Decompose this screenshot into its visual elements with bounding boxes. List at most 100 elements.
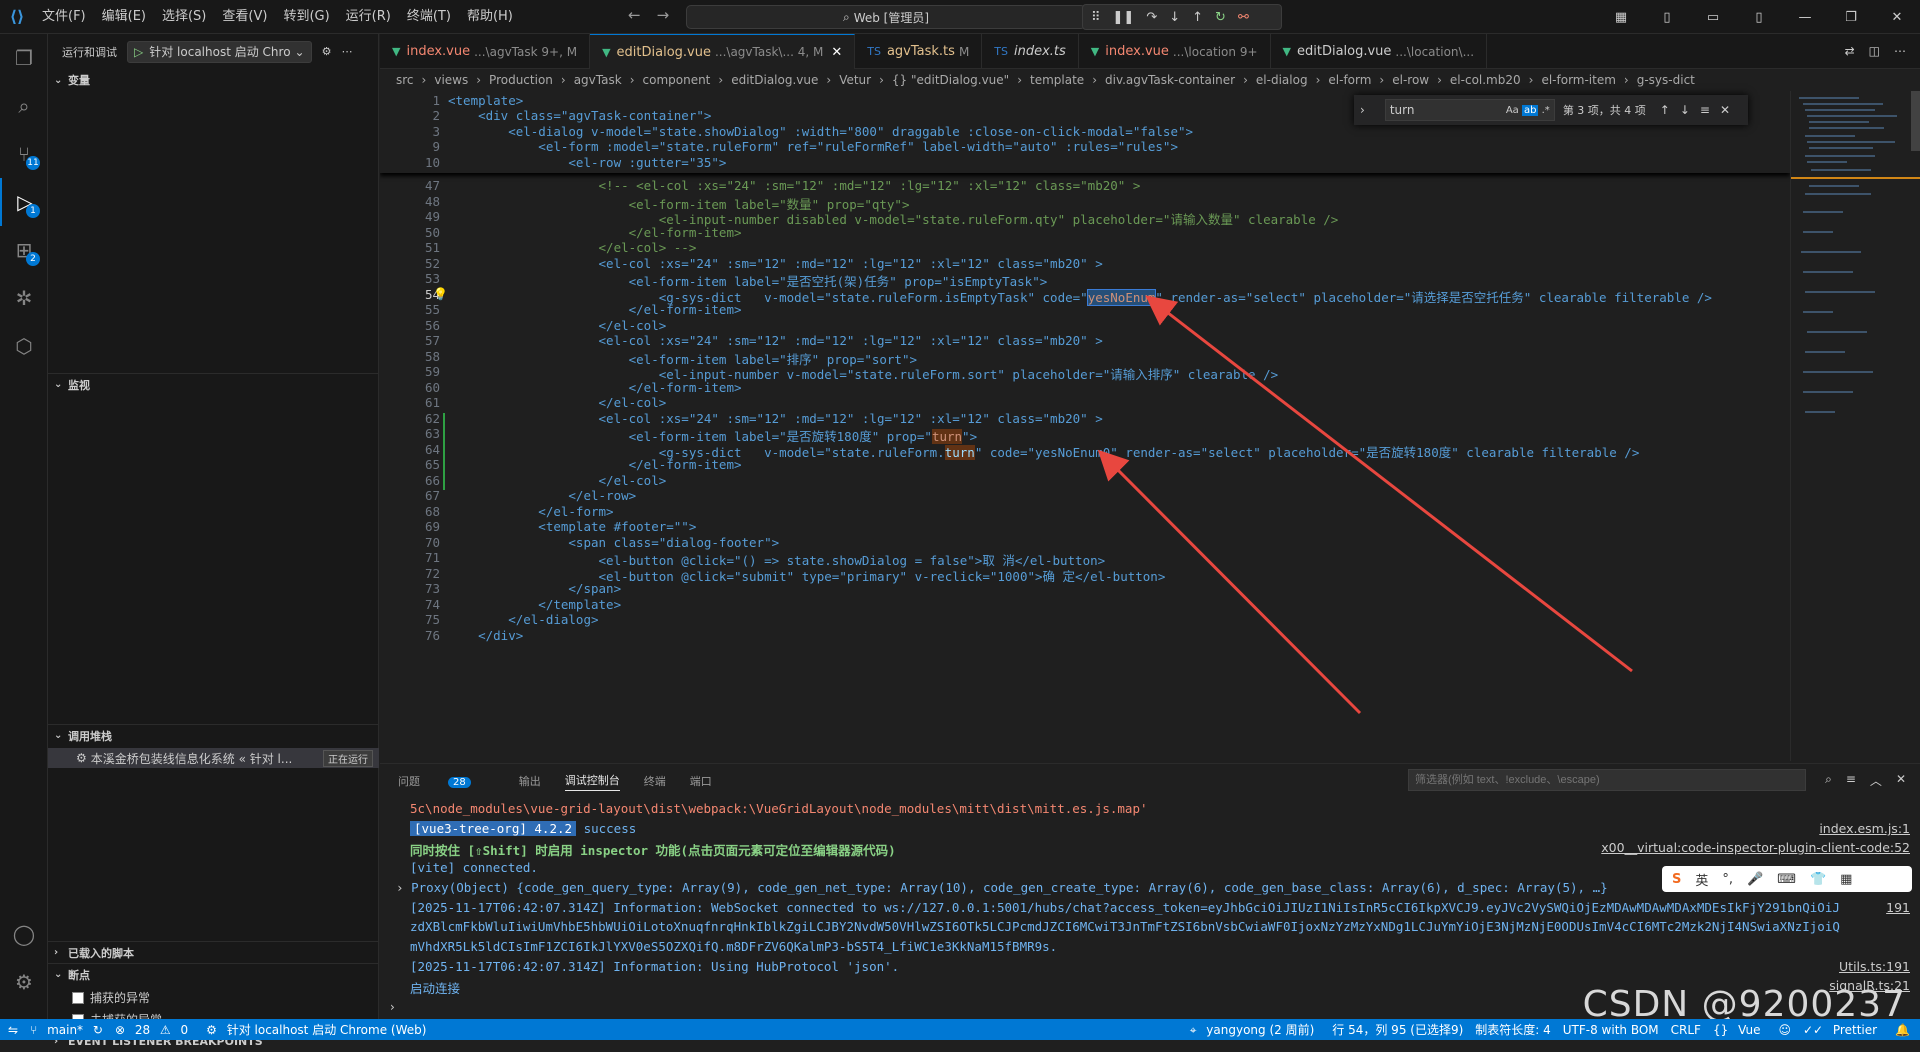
source-control-icon[interactable]: ⑂ 11: [0, 130, 48, 178]
thread-item[interactable]: ⚙ 本溪金桥包装线信息化系统 « 针对 l... 正在运行: [48, 748, 379, 768]
crumb[interactable]: agvTask: [574, 73, 622, 87]
tab-output[interactable]: 输出: [519, 773, 541, 789]
extensions-icon[interactable]: ⊞ 2: [0, 226, 48, 274]
crumb[interactable]: Vetur: [839, 73, 871, 87]
punctuation-icon[interactable]: °,: [1722, 872, 1733, 887]
variables-section[interactable]: ⌄ 变量: [48, 69, 379, 91]
source-link[interactable]: x00__virtual:code-inspector-plugin-clien…: [1601, 840, 1910, 855]
crumb[interactable]: Production: [489, 73, 553, 87]
arrow-up-icon[interactable]: ↑: [1660, 103, 1670, 117]
menu-run[interactable]: 运行(R): [338, 0, 399, 34]
close-icon[interactable]: ✕: [1720, 103, 1730, 117]
tab-location-editdialog[interactable]: ▼ editDialog.vue ...\location\...: [1271, 34, 1488, 69]
gear-icon[interactable]: ⚙: [322, 45, 332, 58]
indent-status[interactable]: 制表符长度: 4: [1475, 1021, 1551, 1038]
tab-index-ts[interactable]: TS index.ts: [982, 34, 1079, 69]
step-into-icon[interactable]: ↓: [1169, 10, 1180, 25]
toggle-sidebar-icon[interactable]: ▯: [1644, 10, 1690, 25]
crumb[interactable]: views: [434, 73, 468, 87]
skin-icon[interactable]: 👕: [1810, 872, 1826, 887]
maximize-panel-icon[interactable]: ︿: [1870, 772, 1882, 789]
source-link[interactable]: Utils.ts:191: [1839, 959, 1910, 974]
find-in-selection-icon[interactable]: ≡: [1700, 103, 1710, 117]
problems-status[interactable]: ⊗ 28 ⚠ 0: [115, 1023, 194, 1037]
keyboard-icon[interactable]: ⌨: [1777, 872, 1796, 887]
disconnect-icon[interactable]: ⚯: [1238, 10, 1249, 25]
console-filter-input[interactable]: [1408, 769, 1806, 791]
debug-status[interactable]: ⚙ 针对 localhost 启动 Chrome (Web): [206, 1021, 432, 1038]
menu-terminal[interactable]: 终端(T): [399, 0, 459, 34]
remote-icon[interactable]: ⇋: [8, 1023, 18, 1037]
tab-debug-console[interactable]: 调试控制台: [564, 772, 620, 791]
step-over-icon[interactable]: ↷: [1146, 10, 1157, 25]
menu-help[interactable]: 帮助(H): [459, 0, 521, 34]
menu-go[interactable]: 转到(G): [275, 0, 337, 34]
compare-icon[interactable]: ⇄: [1845, 44, 1855, 58]
language-status[interactable]: {} Vue: [1713, 1023, 1766, 1037]
tab-problems[interactable]: 问题 28: [398, 773, 495, 789]
find-input[interactable]: turn Aa ab .*: [1384, 99, 1555, 121]
prettier-status[interactable]: ✓✓ Prettier: [1803, 1023, 1883, 1037]
run-debug-icon[interactable]: ▷ 1: [0, 178, 48, 226]
close-icon[interactable]: ✕: [831, 45, 842, 60]
more-icon[interactable]: ⋯: [1894, 44, 1906, 58]
command-center[interactable]: ⌕ Web [管理员]: [686, 5, 1086, 29]
crumb[interactable]: g-sys-dict: [1637, 73, 1695, 87]
settings-gear-icon[interactable]: ⚙: [0, 958, 48, 1006]
crumb[interactable]: el-form: [1328, 73, 1371, 87]
start-debug-icon[interactable]: ▷: [134, 45, 143, 59]
arrow-down-icon[interactable]: ↓: [1680, 103, 1690, 117]
grid-icon[interactable]: ▦: [1840, 872, 1852, 887]
launch-config-select[interactable]: ▷ 针对 localhost 启动 Chro ⌄: [127, 40, 312, 63]
crumb[interactable]: el-col.mb20: [1450, 73, 1521, 87]
minimize-icon[interactable]: —: [1782, 10, 1828, 25]
crumb[interactable]: el-row: [1392, 73, 1429, 87]
menu-file[interactable]: 文件(F): [34, 0, 94, 34]
console-expand-row[interactable]: › Proxy(Object) {code_gen_query_type: Ar…: [396, 880, 1608, 895]
eol-status[interactable]: CRLF: [1671, 1023, 1701, 1037]
remote-icon[interactable]: ✲: [0, 274, 48, 322]
minimap[interactable]: [1790, 91, 1920, 761]
cursor-position[interactable]: 行 54，列 95 (已选择9): [1332, 1021, 1463, 1038]
tab-index-vue[interactable]: ▼ index.vue ...\agvTask 9+, M: [380, 34, 591, 69]
search-icon[interactable]: ⌕: [0, 82, 48, 130]
restore-icon[interactable]: ❐: [1828, 10, 1874, 25]
encoding-status[interactable]: UTF-8 with BOM: [1563, 1023, 1659, 1037]
tab-location-index-vue[interactable]: ▼ index.vue ...\location 9+: [1079, 34, 1271, 69]
more-icon[interactable]: ⋯: [341, 45, 352, 58]
box-icon[interactable]: ⬡: [0, 322, 48, 370]
breakpoints-section[interactable]: ⌄ 断点: [48, 963, 379, 985]
notifications-icon[interactable]: 🔔: [1895, 1023, 1910, 1037]
code-editor[interactable]: 1 2 3 9 10 <template> <div class="agvTas…: [380, 91, 1790, 761]
pause-icon[interactable]: ❚❚: [1113, 10, 1135, 25]
restart-icon[interactable]: ↻: [1215, 10, 1226, 25]
drag-handle-icon[interactable]: ⠿: [1091, 10, 1101, 25]
close-panel-icon[interactable]: ✕: [1896, 772, 1906, 789]
branch-status[interactable]: ⑂ main* ↻: [30, 1023, 103, 1037]
chevron-right-icon[interactable]: ›: [1360, 103, 1365, 117]
crumb[interactable]: component: [643, 73, 711, 87]
toggle-secondary-icon[interactable]: ▯: [1736, 10, 1782, 25]
console-input-prompt[interactable]: ›: [390, 1000, 395, 1014]
tab-agvtask-ts[interactable]: TS agvTask.ts M: [855, 34, 983, 69]
crumb[interactable]: el-form-item: [1541, 73, 1615, 87]
menu-edit[interactable]: 编辑(E): [94, 0, 154, 34]
crumb[interactable]: src: [396, 73, 414, 87]
menu-view[interactable]: 查看(V): [214, 0, 275, 34]
ime-language[interactable]: 英: [1695, 870, 1708, 889]
close-icon[interactable]: ✕: [1874, 10, 1920, 25]
source-link[interactable]: index.esm.js:1: [1819, 821, 1910, 836]
step-out-icon[interactable]: ↑: [1192, 10, 1203, 25]
crumb[interactable]: div.agvTask-container: [1105, 73, 1235, 87]
find-options[interactable]: Aa ab .*: [1506, 104, 1550, 116]
crumb[interactable]: template: [1030, 73, 1084, 87]
layout-icon[interactable]: ▦: [1598, 10, 1644, 25]
tab-editdialog-vue[interactable]: ▼ editDialog.vue ...\agvTask\... 4, M ✕: [590, 34, 856, 69]
source-link[interactable]: 191: [1886, 900, 1910, 915]
microphone-icon[interactable]: 🎤: [1747, 872, 1763, 887]
menu-selection[interactable]: 选择(S): [154, 0, 214, 34]
forward-arrow-icon[interactable]: →: [657, 6, 670, 24]
crumb[interactable]: editDialog.vue: [731, 73, 818, 87]
explorer-icon[interactable]: ❐: [0, 34, 48, 82]
blame-status[interactable]: ⌖ yangyong (2 周前): [1190, 1021, 1321, 1038]
